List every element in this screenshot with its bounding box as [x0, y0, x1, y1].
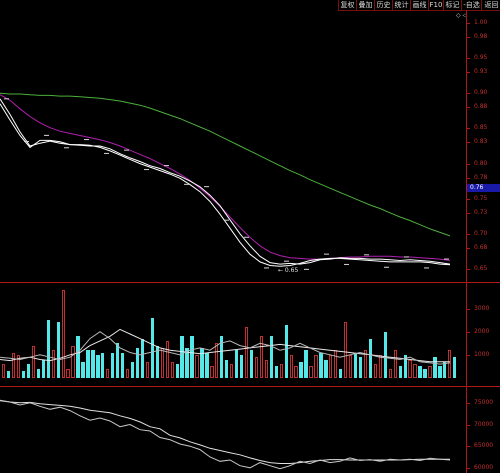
low-price-annotation: ← 0.65: [278, 267, 299, 274]
chart-lines: [0, 92, 451, 470]
indicator-line: [0, 399, 451, 470]
volume-ma-line: [0, 328, 450, 363]
volume-ma-line: [0, 331, 451, 365]
ma-mid-line: [0, 94, 451, 261]
ma-short-line: [0, 98, 451, 265]
ma-long-line: [0, 92, 451, 237]
price-line: [0, 103, 451, 267]
